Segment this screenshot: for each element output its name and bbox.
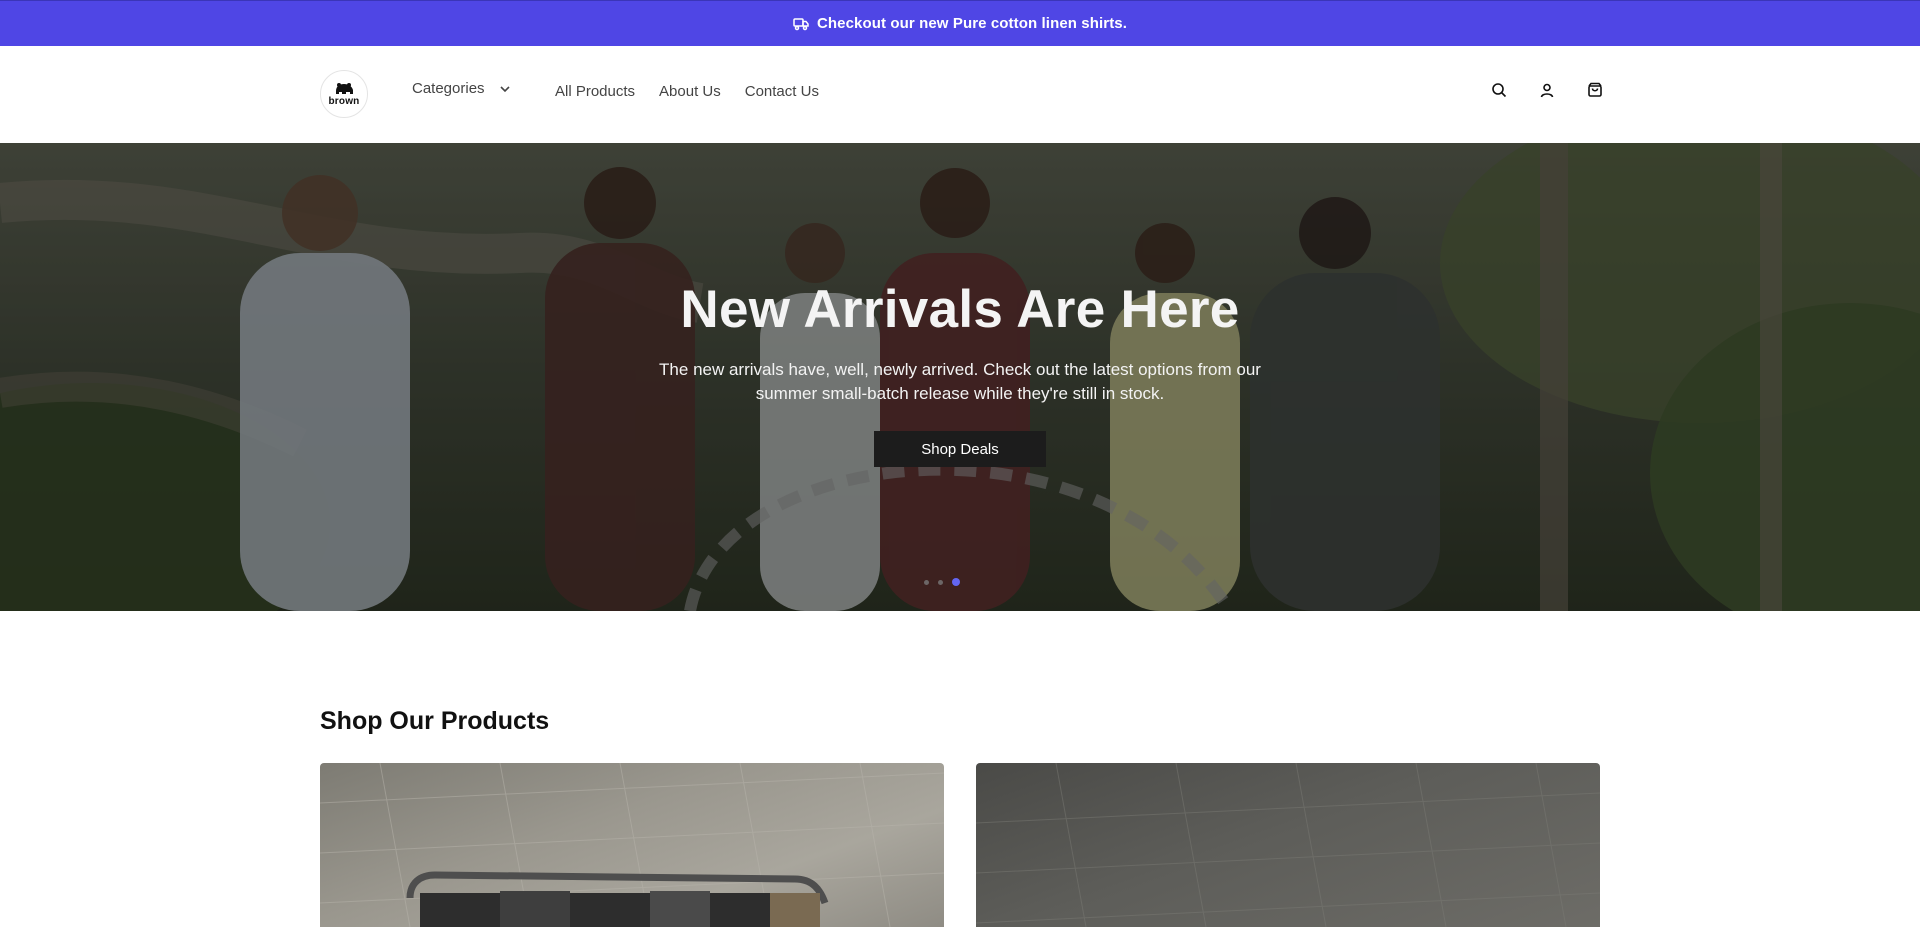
product-card[interactable] [320,763,944,927]
announcement-text: Checkout our new Pure cotton linen shirt… [816,15,1128,32]
header-actions [1488,79,1606,101]
hero-title: New Arrivals Are Here [680,280,1240,339]
product-image [320,763,944,927]
product-card[interactable] [976,763,1600,927]
carousel-dot-2[interactable] [938,579,943,585]
bear-logo-icon [336,83,353,94]
shopping-bag-icon[interactable] [1584,79,1606,101]
section-title: Shop Our Products [320,707,550,735]
hero-banner: New Arrivals Are Here The new arrivals h… [0,143,1920,611]
search-icon[interactable] [1488,79,1510,101]
shop-deals-button[interactable]: Shop Deals [874,431,1046,467]
carousel-dot-1[interactable] [924,579,929,585]
logo-text: brown [328,96,360,107]
categories-label: Categories [412,80,485,97]
brand-logo[interactable]: brown [320,70,368,118]
hero-description: The new arrivals have, well, newly arriv… [659,360,1261,403]
product-image [976,763,1600,927]
truck-icon [793,17,809,31]
nav-about-us[interactable]: About Us [659,83,721,100]
categories-dropdown[interactable]: Categories [412,80,511,97]
nav-contact-us[interactable]: Contact Us [745,83,819,100]
site-header: brown Categories All Products About Us C… [0,46,1920,143]
main-nav: All Products About Us Contact Us [555,83,819,100]
carousel-dots [924,578,960,586]
announcement-bar: Checkout our new Pure cotton linen shirt… [0,0,1920,46]
chevron-down-icon [499,80,511,97]
carousel-dot-3-active[interactable] [952,578,960,586]
nav-all-products[interactable]: All Products [555,83,635,100]
user-icon[interactable] [1536,79,1558,101]
